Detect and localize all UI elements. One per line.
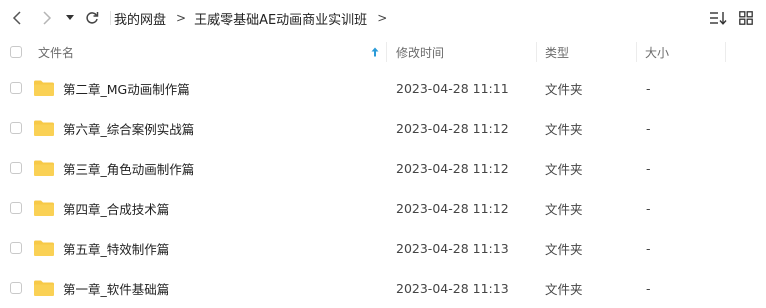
row-checkbox[interactable]: [10, 242, 22, 254]
file-type: 文件夹: [545, 281, 583, 297]
file-modified: 2023-04-28 11:12: [396, 200, 509, 216]
file-modified: 2023-04-28 11:12: [396, 120, 509, 136]
file-modified: 2023-04-28 11:13: [396, 280, 509, 296]
folder-icon: [34, 200, 54, 216]
file-row[interactable]: 第四章_合成技术篇 2023-04-28 11:12 文件夹 -: [0, 188, 766, 228]
breadcrumb-separator[interactable]: >: [377, 11, 387, 25]
breadcrumb-current[interactable]: 王威零基础AE动画商业实训班: [194, 9, 367, 28]
folder-icon: [34, 240, 54, 256]
row-checkbox[interactable]: [10, 82, 22, 94]
folder-icon: [34, 280, 54, 296]
file-name[interactable]: 第三章_角色动画制作篇: [63, 148, 194, 188]
toolbar-divider: [110, 11, 111, 25]
row-checkbox[interactable]: [10, 282, 22, 294]
grid-view-button[interactable]: [737, 9, 755, 27]
file-name[interactable]: 第六章_综合案例实战篇: [63, 108, 194, 148]
folder-icon: [34, 80, 54, 96]
sort-direction-indicator[interactable]: [371, 36, 379, 68]
breadcrumb-separator: >: [176, 11, 187, 25]
column-header: 文件名 修改时间 类型 大小: [0, 36, 766, 68]
file-modified: 2023-04-28 11:11: [396, 80, 509, 96]
sort-icon: [710, 12, 727, 25]
file-type: 文件夹: [545, 121, 583, 137]
history-dropdown[interactable]: [63, 8, 77, 28]
file-type: 文件夹: [545, 241, 583, 257]
back-button[interactable]: [8, 8, 26, 28]
forward-button[interactable]: [38, 8, 56, 28]
row-checkbox[interactable]: [10, 202, 22, 214]
breadcrumb: 我的网盘 > 王威零基础AE动画商业实训班 >: [114, 9, 395, 28]
file-name[interactable]: 第二章_MG动画制作篇: [63, 68, 190, 108]
arrow-up-icon: [371, 47, 379, 57]
arrow-left-icon: [12, 11, 21, 25]
row-checkbox[interactable]: [10, 162, 22, 174]
file-size: -: [646, 200, 651, 216]
select-all-checkbox[interactable]: [10, 46, 22, 58]
file-name[interactable]: 第一章_软件基础篇: [63, 268, 169, 308]
column-divider[interactable]: [536, 42, 537, 62]
toolbar: 我的网盘 > 王威零基础AE动画商业实训班 >: [0, 0, 766, 36]
refresh-button[interactable]: [83, 8, 101, 28]
sort-button[interactable]: [709, 9, 727, 27]
column-divider[interactable]: [725, 42, 726, 62]
file-row[interactable]: 第一章_软件基础篇 2023-04-28 11:13 文件夹 -: [0, 268, 766, 308]
header-type[interactable]: 类型: [545, 36, 569, 68]
file-name[interactable]: 第四章_合成技术篇: [63, 188, 169, 228]
column-divider[interactable]: [636, 42, 637, 62]
file-size: -: [646, 160, 651, 176]
file-modified: 2023-04-28 11:13: [396, 240, 509, 256]
file-size: -: [646, 120, 651, 136]
file-modified: 2023-04-28 11:12: [396, 160, 509, 176]
file-type: 文件夹: [545, 201, 583, 217]
file-type: 文件夹: [545, 81, 583, 97]
header-size[interactable]: 大小: [645, 36, 669, 68]
folder-icon: [34, 160, 54, 176]
refresh-icon: [86, 12, 99, 24]
arrow-right-icon: [43, 11, 52, 25]
grid-view-icon: [739, 11, 753, 25]
file-row[interactable]: 第五章_特效制作篇 2023-04-28 11:13 文件夹 -: [0, 228, 766, 268]
file-row[interactable]: 第六章_综合案例实战篇 2023-04-28 11:12 文件夹 -: [0, 108, 766, 148]
file-name[interactable]: 第五章_特效制作篇: [63, 228, 169, 268]
caret-down-icon: [66, 15, 74, 20]
column-divider[interactable]: [386, 42, 387, 62]
row-checkbox[interactable]: [10, 122, 22, 134]
header-modified[interactable]: 修改时间: [396, 36, 444, 68]
file-size: -: [646, 240, 651, 256]
file-row[interactable]: 第二章_MG动画制作篇 2023-04-28 11:11 文件夹 -: [0, 68, 766, 108]
header-name[interactable]: 文件名: [38, 36, 74, 68]
file-row[interactable]: 第三章_角色动画制作篇 2023-04-28 11:12 文件夹 -: [0, 148, 766, 188]
file-size: -: [646, 280, 651, 296]
breadcrumb-root[interactable]: 我的网盘: [114, 9, 166, 28]
file-type: 文件夹: [545, 161, 583, 177]
file-size: -: [646, 80, 651, 96]
folder-icon: [34, 120, 54, 136]
